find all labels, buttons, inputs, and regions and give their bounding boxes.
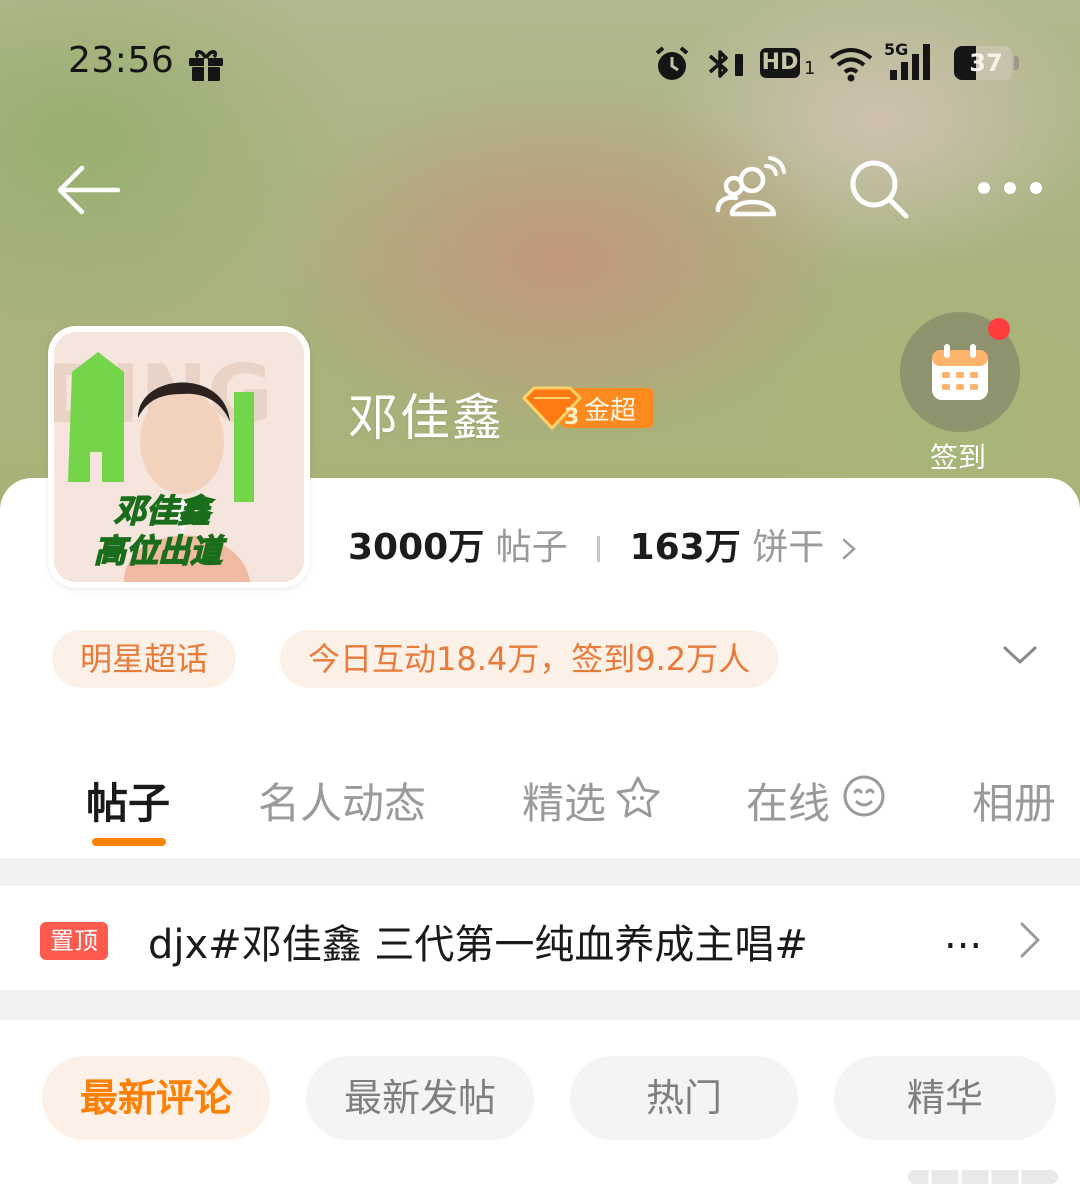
search-icon[interactable] [846,156,912,222]
chevron-right-icon [1020,922,1040,958]
badge-level: 3 [564,405,579,430]
battery-icon: 37 [954,46,1020,82]
pinned-ellipsis: ... [944,912,983,958]
notification-dot [988,318,1010,340]
chevron-down-icon[interactable] [1002,642,1038,670]
hd-sub: 1 [804,58,816,79]
category-pill[interactable]: 明星超话 [52,630,237,688]
tab-album[interactable]: 相册 [972,770,1056,831]
avatar-caption-line2: 高位出道 [94,532,227,570]
fans-label: 饼干 [752,527,825,568]
gift-icon [189,50,223,81]
tab-featured[interactable]: 精选 [522,770,606,831]
tab-celebrity-updates[interactable]: 名人动态 [258,770,426,831]
more-icon[interactable] [974,176,1046,200]
network-label: 5G [884,40,909,59]
star-face-icon [616,776,660,818]
checkin-label[interactable]: 签到 [930,436,986,476]
sort-latest-comments[interactable]: 最新评论 [42,1056,270,1140]
battery-level: 37 [969,49,1003,77]
signal-icon: 5G [884,40,940,88]
calendar-icon [932,344,988,400]
alarm-icon [655,46,689,80]
posts-label: 帖子 [495,527,568,568]
bluetooth-icon [708,50,743,78]
status-bar: 23:56 HD 1 5G 37 [0,36,1080,92]
section-divider [0,858,1080,886]
group-chat-icon[interactable] [712,152,788,222]
activity-pill[interactable]: 今日互动18.4万，签到9.2万人 [280,630,779,688]
section-divider [0,990,1080,1020]
wifi-icon [829,48,873,82]
topic-name: 邓佳鑫 [348,389,504,447]
topic-avatar[interactable]: DING 邓佳鑫 高位出道 [48,326,310,588]
active-tab-indicator [92,838,166,846]
tab-online[interactable]: 在线 [746,770,830,831]
hd-icon: HD 1 [760,44,820,84]
hd-label: HD [760,48,800,78]
avatar-caption-line1: 邓佳鑫 [114,492,215,530]
sort-hot[interactable]: 热门 [570,1056,798,1140]
sort-latest-posts[interactable]: 最新发帖 [306,1056,534,1140]
avatar-image: DING 邓佳鑫 高位出道 [54,332,304,582]
pinned-tag: 置顶 [40,922,108,960]
status-time: 23:56 [68,40,175,81]
topic-stats[interactable]: 3000万 帖子 163万 饼干 [348,518,858,570]
chevron-right-icon [842,538,856,560]
posts-count: 3000万 [348,527,485,568]
pinned-title[interactable]: djx#邓佳鑫 三代第一纯血养成主唱# [148,912,808,970]
badge-label: 金超 [584,396,637,426]
fans-count: 163万 [629,527,741,568]
corner-watermark [908,1170,1058,1184]
smile-icon [843,775,885,817]
sort-featured[interactable]: 精华 [834,1056,1056,1140]
stats-divider [597,536,601,562]
tab-posts[interactable]: 帖子 [86,770,170,831]
back-arrow-icon[interactable] [52,160,124,220]
